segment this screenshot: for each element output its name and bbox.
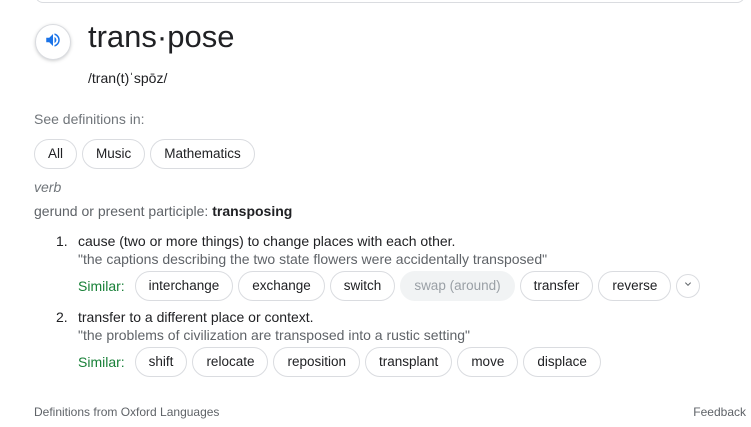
see-definitions-label: See definitions in: xyxy=(34,111,145,127)
similar-words-row: Similar: shift relocate reposition trans… xyxy=(78,347,601,377)
part-of-speech: verb xyxy=(34,179,62,195)
pronunciation-play-button[interactable] xyxy=(35,24,71,60)
expand-similar-button[interactable] xyxy=(676,274,701,298)
chevron-down-icon xyxy=(682,277,694,295)
similar-chip-disabled: swap (around) xyxy=(400,271,515,301)
category-chip-mathematics[interactable]: Mathematics xyxy=(150,139,255,169)
sense-number: 1. xyxy=(56,233,68,249)
similar-chip[interactable]: switch xyxy=(329,271,396,301)
dictionary-card: trans·pose /tran(t)ˈspōz/ See definition… xyxy=(0,0,751,427)
inflection-form: transposing xyxy=(212,203,293,219)
similar-words-row: Similar: interchange exchange switch swa… xyxy=(78,271,701,301)
similar-chip[interactable]: reposition xyxy=(273,347,361,377)
similar-chip[interactable]: shift xyxy=(134,347,188,377)
similar-label: Similar: xyxy=(78,278,125,294)
category-chip-music[interactable]: Music xyxy=(82,139,146,169)
sense-definition: transfer to a different place or context… xyxy=(78,309,314,325)
similar-chip[interactable]: exchange xyxy=(238,271,325,301)
similar-chip[interactable]: relocate xyxy=(192,347,269,377)
sense-definition: cause (two or more things) to change pla… xyxy=(78,233,456,249)
speaker-icon xyxy=(44,31,62,54)
similar-chip[interactable]: transplant xyxy=(365,347,453,377)
headword: trans·pose xyxy=(88,19,235,54)
sense-example: "the captions describing the two state f… xyxy=(78,251,548,267)
similar-chip[interactable]: interchange xyxy=(134,271,234,301)
category-chip-all[interactable]: All xyxy=(34,139,78,169)
pronunciation-text: /tran(t)ˈspōz/ xyxy=(88,70,168,86)
sense-example: "the problems of civilization are transp… xyxy=(78,327,471,343)
definitions-source[interactable]: Definitions from Oxford Languages xyxy=(34,404,219,420)
inflection-label: gerund or present participle: xyxy=(34,203,209,219)
feedback-link[interactable]: Feedback xyxy=(693,404,746,420)
similar-chip[interactable]: move xyxy=(457,347,519,377)
inflection-line: gerund or present participle: transposin… xyxy=(34,202,292,220)
sense-number: 2. xyxy=(56,309,68,325)
similar-chip[interactable]: transfer xyxy=(519,271,594,301)
card-top-border xyxy=(35,0,745,3)
similar-chip[interactable]: displace xyxy=(523,347,601,377)
definition-category-chips: All Music Mathematics xyxy=(34,139,255,169)
similar-label: Similar: xyxy=(78,354,125,370)
similar-chip[interactable]: reverse xyxy=(598,271,672,301)
